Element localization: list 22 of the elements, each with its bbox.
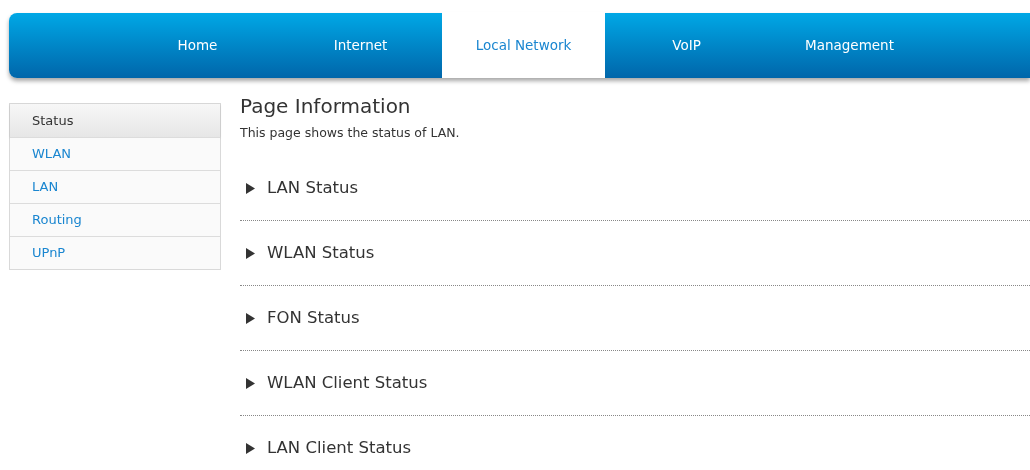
nav-tab[interactable]: Local Network	[442, 12, 605, 78]
caret-right-icon[interactable]	[245, 182, 256, 194]
nav-tab[interactable]: VoIP	[605, 13, 768, 78]
page-description: This page shows the status of LAN.	[240, 124, 461, 142]
caret-right-icon[interactable]	[245, 377, 256, 389]
sidebar-item[interactable]: WLAN	[10, 137, 220, 170]
section-heading[interactable]: LAN Status	[267, 175, 359, 201]
sidebar-item[interactable]: Routing	[10, 203, 220, 236]
page-title: Page Information	[240, 93, 412, 119]
section-heading[interactable]: WLAN Status	[267, 240, 375, 266]
section-heading[interactable]: LAN Client Status	[267, 436, 412, 461]
sidebar-item[interactable]: Status	[10, 104, 220, 137]
sidebar-item[interactable]: UPnP	[10, 236, 220, 269]
caret-right-icon[interactable]	[245, 443, 256, 454]
caret-right-icon[interactable]	[245, 312, 256, 324]
nav-tab[interactable]: Home	[116, 13, 279, 78]
section-heading[interactable]: WLAN Client Status	[267, 370, 428, 396]
nav-tab[interactable]: Management	[768, 13, 931, 78]
section-heading[interactable]: FON Status	[267, 305, 360, 331]
nav-tab[interactable]: Internet	[279, 13, 442, 78]
caret-right-icon[interactable]	[245, 247, 256, 259]
sidebar-item[interactable]: LAN	[10, 170, 220, 203]
